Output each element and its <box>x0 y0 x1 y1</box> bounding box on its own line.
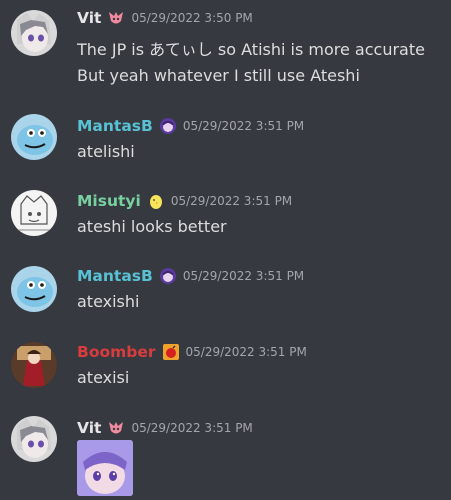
attachment-image <box>77 440 133 496</box>
avatar-image <box>11 114 57 160</box>
chick-icon <box>147 192 165 210</box>
username[interactable]: Misutyi <box>77 192 141 210</box>
avatar-image <box>11 10 57 56</box>
username[interactable]: MantasB <box>77 117 153 135</box>
avatar[interactable] <box>11 114 57 160</box>
timestamp: 05/29/2022 3:51 PM <box>182 269 305 283</box>
message-text: But yeah whatever I still use Ateshi <box>77 66 360 85</box>
username[interactable]: Boomber <box>77 343 156 361</box>
username[interactable]: MantasB <box>77 267 153 285</box>
avatar[interactable] <box>11 10 57 56</box>
character-icon <box>159 117 177 135</box>
avatar[interactable] <box>11 416 57 462</box>
timestamp: 05/29/2022 3:51 PM <box>185 345 307 359</box>
message-text: ateshi looks better <box>77 217 227 236</box>
message-header: Vit 05/29/2022 3:50 PM <box>77 8 253 28</box>
message-text: The JP is あてぃし so Atishi is more accurat… <box>77 40 425 59</box>
fox-icon <box>107 9 125 27</box>
bomb-icon <box>162 343 180 361</box>
message-header: Misutyi 05/29/2022 3:51 PM <box>77 191 292 211</box>
fox-icon <box>107 419 125 437</box>
message-text: atelishi <box>77 142 135 161</box>
username[interactable]: Vit <box>77 9 101 27</box>
avatar[interactable] <box>11 190 57 236</box>
message-header: Vit 05/29/2022 3:51 PM <box>77 418 253 438</box>
timestamp: 05/29/2022 3:51 PM <box>170 194 293 208</box>
avatar-image <box>11 190 57 236</box>
timestamp: 05/29/2022 3:51 PM <box>131 421 253 435</box>
timestamp: 05/29/2022 3:50 PM <box>131 11 253 25</box>
timestamp: 05/29/2022 3:51 PM <box>182 119 305 133</box>
message-header: MantasB 05/29/2022 3:51 PM <box>77 266 304 286</box>
avatar-image <box>11 342 57 388</box>
message-header: Boomber 05/29/2022 3:51 PM <box>77 342 307 362</box>
message-header: MantasB 05/29/2022 3:51 PM <box>77 116 304 136</box>
avatar[interactable] <box>11 266 57 312</box>
message-text: atexishi <box>77 292 140 311</box>
message-text: atexisi <box>77 368 130 387</box>
avatar-image <box>11 266 57 312</box>
image-attachment[interactable] <box>77 440 133 496</box>
avatar[interactable] <box>11 342 57 388</box>
avatar-image <box>11 416 57 462</box>
character-icon <box>159 267 177 285</box>
username[interactable]: Vit <box>77 419 101 437</box>
